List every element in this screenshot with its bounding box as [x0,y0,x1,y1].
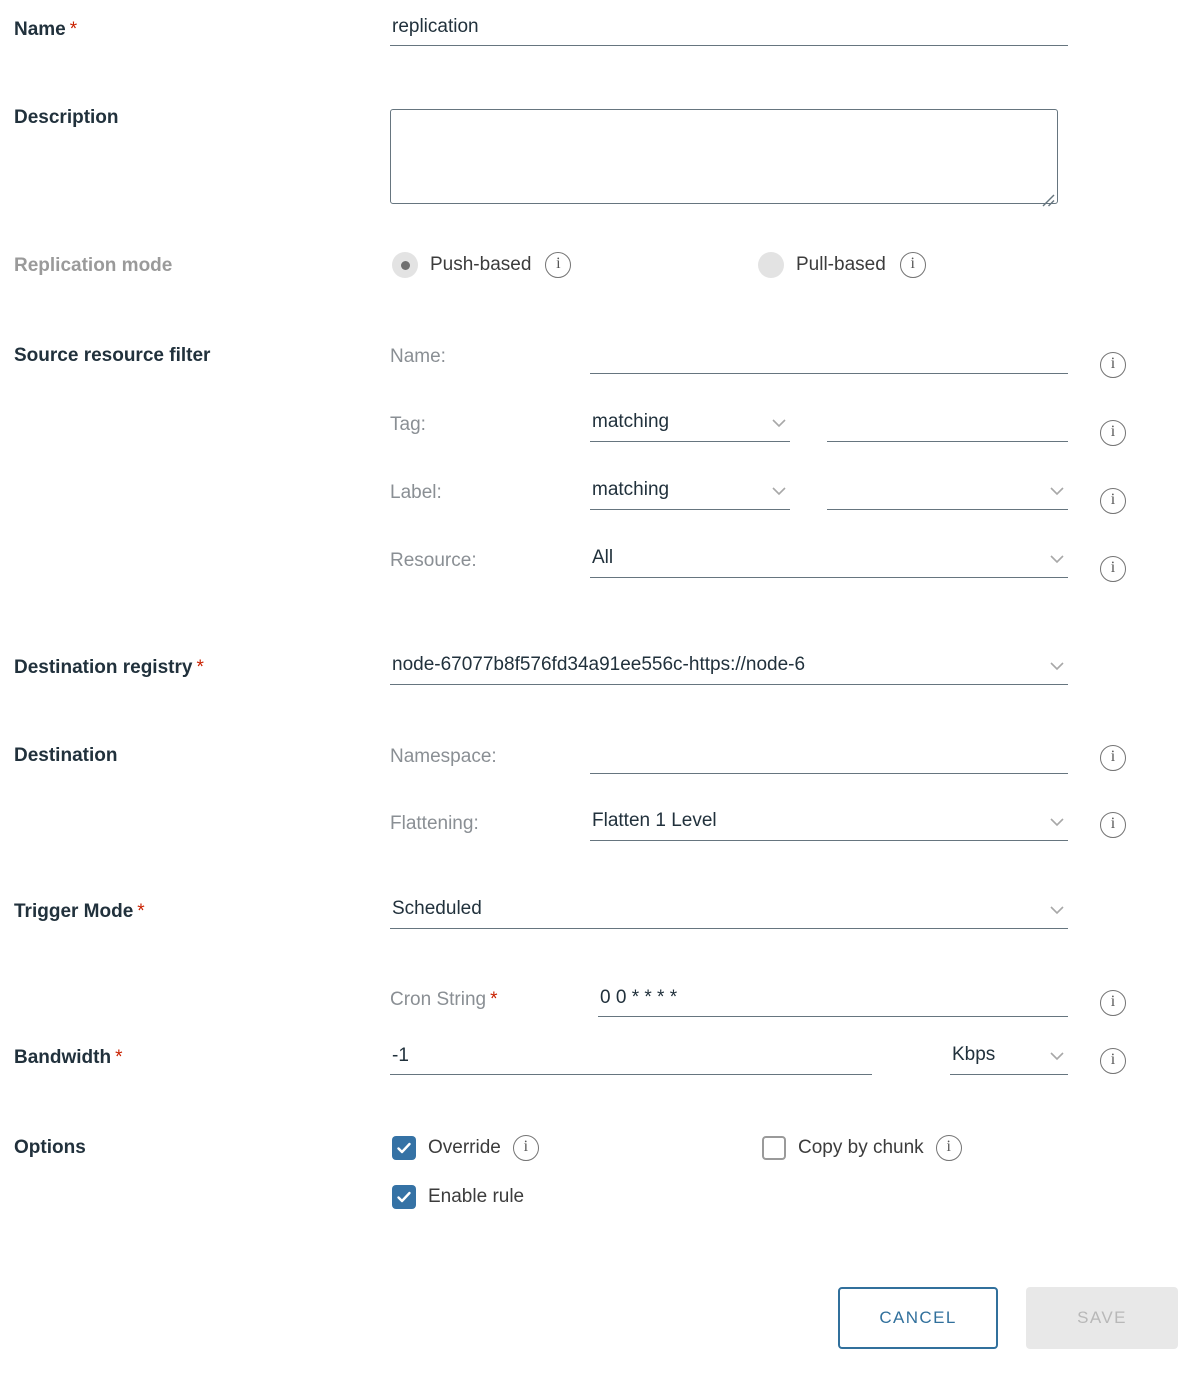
cron-string-info-icon[interactable]: i [1100,990,1126,1016]
destination-flattening-label: Flattening: [390,813,479,834]
destination-registry-required-marker: * [196,657,204,678]
destination-flattening-value: Flatten 1 Level [592,810,717,831]
filter-resource-value: All [592,547,614,568]
filter-name-label: Name: [390,346,446,367]
replication-mode-row: Replication mode [14,254,172,278]
bandwidth-required-marker: * [115,1047,123,1068]
chevron-down-icon [1048,550,1066,568]
destination-registry-label: Destination registry * [14,657,204,678]
source-resource-filter-row: Source resource filter [14,344,210,368]
destination-flattening-select[interactable]: Flatten 1 Level [590,809,1068,841]
filter-label-info-icon[interactable]: i [1100,488,1126,514]
enable-rule-checkbox[interactable] [392,1185,416,1209]
filter-label-label: Label: [390,482,442,503]
override-checkbox[interactable] [392,1136,416,1160]
filter-label-mode-select[interactable]: matching [590,478,790,510]
name-required-marker: * [69,19,78,40]
radio-pull-based-label: Pull-based [796,254,886,275]
chevron-down-icon [1048,813,1066,831]
chevron-down-icon [1048,482,1066,500]
destination-namespace-info-icon[interactable]: i [1100,745,1126,771]
destination-namespace-input[interactable] [590,742,1068,774]
radio-pull-based-indicator[interactable] [758,252,784,278]
description-label: Description [14,107,119,128]
bandwidth-label: Bandwidth * [14,1047,123,1068]
filter-tag-label: Tag: [390,414,426,435]
destination-registry-value: node-67077b8f576fd34a91ee556c-https://no… [392,654,806,675]
chevron-down-icon [770,482,788,500]
copy-by-chunk-info-icon[interactable]: i [935,1135,962,1161]
bandwidth-unit-value: Kbps [952,1044,996,1065]
filter-label-value-select[interactable] [827,478,1068,510]
replication-rule-form: Name* Description Replication mode Push-… [0,0,1196,1380]
option-override[interactable]: Override i [392,1135,539,1161]
copy-by-chunk-checkbox[interactable] [762,1136,786,1160]
bandwidth-unit-select[interactable]: Kbps [950,1043,1068,1075]
push-based-info-icon[interactable]: i [545,252,572,278]
name-row: Name * [14,18,77,42]
radio-push-based[interactable]: Push-based i [392,252,572,278]
override-info-icon[interactable]: i [512,1135,539,1161]
destination-row: Destination [14,744,117,768]
destination-registry-row: Destination registry * [14,656,204,680]
filter-resource-select[interactable]: All [590,546,1068,578]
cron-string-input[interactable] [598,985,1068,1017]
option-enable-rule[interactable]: Enable rule [392,1185,536,1209]
trigger-mode-select[interactable]: Scheduled [390,897,1068,929]
filter-tag-value-input[interactable] [827,410,1068,442]
override-label: Override [428,1137,501,1158]
cron-string-required-marker: * [490,989,498,1010]
description-row: Description [14,106,119,130]
chevron-down-icon [1048,657,1066,675]
trigger-mode-row: Trigger Mode * [14,900,145,924]
radio-push-based-label: Push-based [430,254,532,275]
pull-based-info-icon[interactable]: i [899,252,926,278]
trigger-mode-required-marker: * [137,901,145,922]
options-row: Options [14,1136,86,1160]
source-resource-filter-label: Source resource filter [14,345,211,366]
name-label: Name * [14,19,78,40]
copy-by-chunk-label: Copy by chunk [798,1137,924,1158]
destination-namespace-label: Namespace: [390,746,497,767]
filter-name-info-icon[interactable]: i [1100,352,1126,378]
bandwidth-row: Bandwidth * [14,1046,123,1070]
filter-tag-mode-value: matching [592,411,670,432]
destination-registry-select[interactable]: node-67077b8f576fd34a91ee556c-https://no… [390,653,1068,685]
trigger-mode-label: Trigger Mode * [14,901,145,922]
filter-name-input[interactable] [590,342,1068,374]
filter-resource-label: Resource: [390,550,477,571]
cancel-button[interactable]: CANCEL [838,1287,998,1349]
description-textarea[interactable] [390,109,1058,204]
filter-tag-info-icon[interactable]: i [1100,420,1126,446]
chevron-down-icon [1048,1047,1066,1065]
destination-flattening-info-icon[interactable]: i [1100,812,1126,838]
replication-mode-label: Replication mode [14,255,173,276]
option-copy-by-chunk[interactable]: Copy by chunk i [762,1135,962,1161]
description-textarea-wrapper [390,109,1058,210]
trigger-mode-value: Scheduled [392,898,482,919]
chevron-down-icon [1048,901,1066,919]
radio-push-based-indicator[interactable] [392,252,418,278]
filter-label-mode-value: matching [592,479,670,500]
name-input[interactable] [390,14,1068,46]
save-button: SAVE [1026,1287,1178,1349]
bandwidth-info-icon[interactable]: i [1100,1048,1126,1074]
filter-resource-info-icon[interactable]: i [1100,556,1126,582]
bandwidth-input[interactable] [390,1043,872,1075]
enable-rule-label: Enable rule [428,1186,525,1207]
radio-pull-based[interactable]: Pull-based i [758,252,926,278]
chevron-down-icon [770,414,788,432]
options-label: Options [14,1137,86,1158]
cron-string-label: Cron String * [390,989,498,1010]
destination-label: Destination [14,745,118,766]
filter-tag-mode-select[interactable]: matching [590,410,790,442]
